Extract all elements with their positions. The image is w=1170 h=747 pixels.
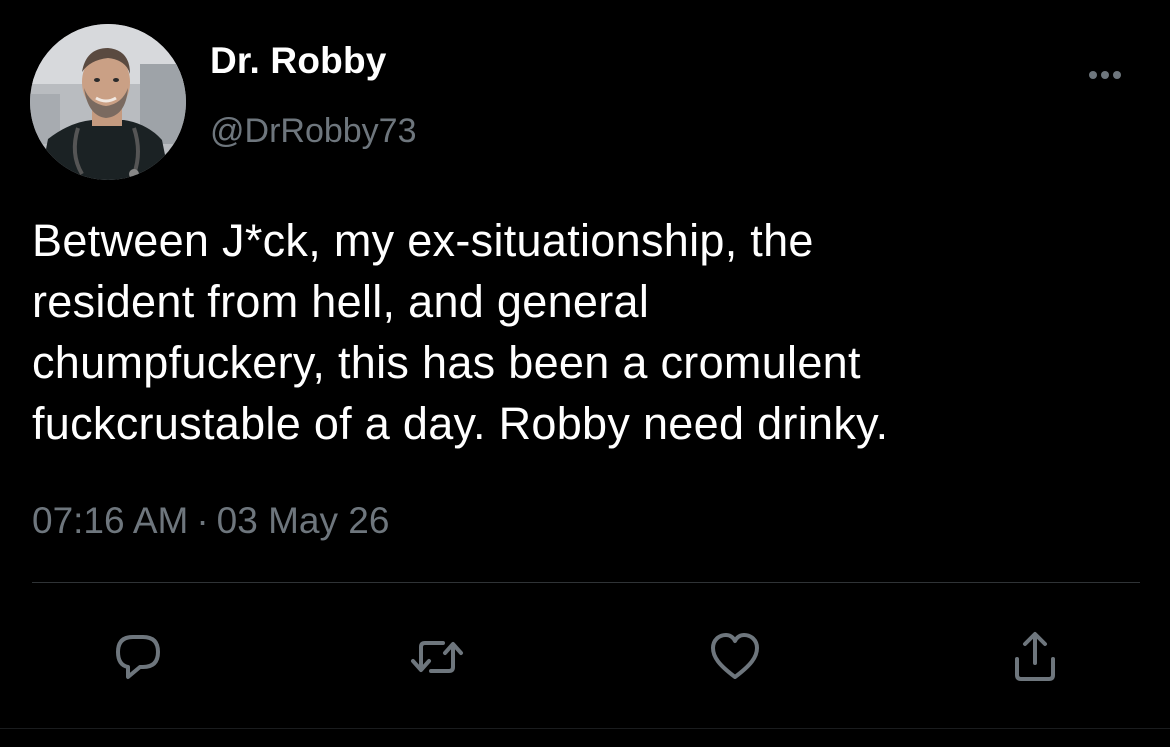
action-bar <box>0 622 1170 692</box>
author-display-name[interactable]: Dr. Robby <box>210 40 387 82</box>
heart-icon <box>711 633 759 679</box>
reply-icon <box>116 635 160 679</box>
avatar[interactable] <box>30 24 186 180</box>
author-handle[interactable]: @DrRobby73 <box>210 112 417 151</box>
meta-separator: · <box>196 500 209 541</box>
tweet-timestamp[interactable]: 07:16 AM · 03 May 26 <box>32 500 389 542</box>
divider <box>32 582 1140 583</box>
retweet-icon <box>411 641 463 673</box>
profile-photo-icon <box>30 24 186 180</box>
bottom-divider <box>0 728 1170 729</box>
share-button[interactable] <box>1000 622 1070 692</box>
reply-button[interactable] <box>103 622 173 692</box>
share-icon <box>1015 632 1055 681</box>
tweet-text-line: fuckcrustable of a day. Robby need drink… <box>32 398 889 449</box>
more-options-button[interactable] <box>1080 60 1130 90</box>
tweet-text-line: resident from hell, and general <box>32 276 650 327</box>
tweet-text: Between J*ck, my ex-situationship, the r… <box>32 210 1142 454</box>
tweet-text-line: chumpfuckery, this has been a cromulent <box>32 337 861 388</box>
tweet-text-line: Between J*ck, my ex-situationship, the <box>32 215 814 266</box>
tweet-date: 03 May 26 <box>216 500 390 541</box>
tweet-time: 07:16 AM <box>32 500 189 541</box>
retweet-button[interactable] <box>402 622 472 692</box>
more-dots-icon <box>1089 71 1121 79</box>
like-button[interactable] <box>700 622 770 692</box>
tweet-card: Dr. Robby @DrRobby73 Between J*ck, my ex… <box>0 0 1170 747</box>
